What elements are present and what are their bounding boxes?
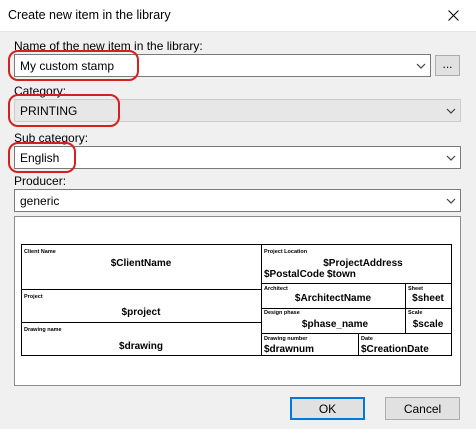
stamp-preview: Client Name $ClientName Project Location… [14, 216, 461, 386]
subcategory-label: Sub category: [14, 131, 89, 145]
sheet-label: Sheet [408, 286, 423, 292]
ok-button[interactable]: OK [290, 397, 365, 420]
design-phase-label: Design phase [264, 310, 300, 316]
chevron-down-icon [446, 155, 456, 161]
phase-value: $phase_name [302, 319, 369, 330]
project-label: Project [24, 294, 43, 300]
browse-button[interactable]: ... [435, 55, 460, 76]
close-icon [447, 10, 459, 21]
producer-label: Producer: [14, 174, 67, 188]
category-label: Category: [14, 84, 67, 98]
town-value: $town [327, 269, 356, 280]
drawing-value: $drawing [119, 341, 163, 352]
drawing-number-label: Drawing number [264, 336, 308, 342]
drawing-name-label: Drawing name [24, 327, 62, 333]
date-label: Date [361, 336, 373, 342]
project-address-value: $ProjectAddress [323, 258, 403, 269]
name-label: Name of the new item in the library: [14, 39, 203, 53]
scale-label: Scale [408, 310, 422, 316]
architect-label: Architect [264, 286, 288, 292]
project-value: $project [122, 307, 162, 318]
chevron-down-icon [446, 198, 456, 204]
architect-value: $ArchitectName [295, 293, 372, 304]
cancel-button[interactable]: Cancel [385, 397, 460, 420]
producer-value: generic [20, 194, 60, 208]
producer-combobox[interactable]: generic [14, 189, 461, 212]
window-title: Create new item in the library [8, 8, 171, 22]
client-name-value: $ClientName [111, 258, 172, 269]
chevron-down-icon [416, 63, 426, 69]
chevron-down-icon [446, 108, 456, 114]
drawnum-value: $drawnum [264, 344, 314, 355]
name-combobox[interactable]: My custom stamp [14, 54, 431, 77]
sheet-value: $sheet [412, 293, 444, 304]
name-value: My custom stamp [20, 59, 115, 73]
category-combobox[interactable]: PRINTING [14, 99, 461, 122]
close-button[interactable] [430, 0, 476, 31]
client-name-label: Client Name [24, 249, 56, 255]
subcategory-value: English [20, 151, 60, 165]
category-value: PRINTING [20, 104, 78, 118]
stamp-drawing: Client Name $ClientName Project Location… [21, 244, 452, 356]
postal-code-value: $PostalCode [264, 269, 325, 280]
title-bar: Create new item in the library [0, 0, 476, 32]
date-value: $CreationDate [361, 344, 429, 355]
project-location-label: Project Location [264, 249, 308, 255]
subcategory-combobox[interactable]: English [14, 146, 461, 169]
scale-value: $scale [413, 319, 444, 330]
